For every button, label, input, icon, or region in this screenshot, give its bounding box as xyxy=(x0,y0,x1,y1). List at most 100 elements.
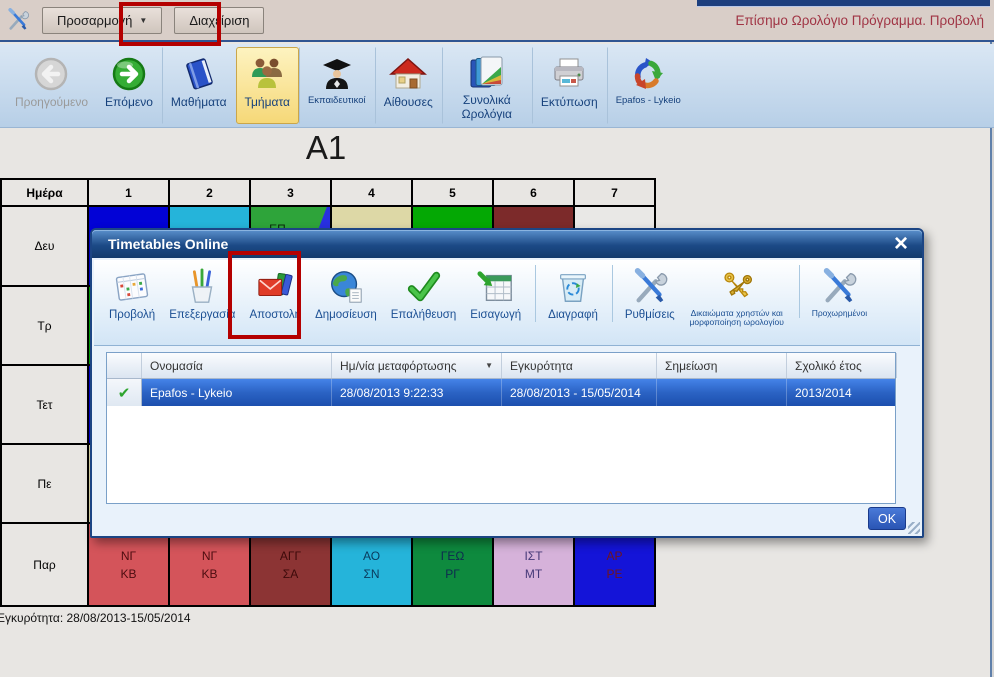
day-label: Τετ xyxy=(2,366,87,443)
row-check-icon: ✔ xyxy=(107,379,142,406)
right-edge-border xyxy=(990,42,994,677)
ribbon-lessons-button[interactable]: Μαθήματα xyxy=(162,47,236,124)
column-header[interactable]: Σημείωση xyxy=(657,353,787,378)
ribbon-button-label: Αίθουσες xyxy=(384,96,433,110)
list-header-row: Ονομασία Ημ/νία μεταφόρτωσης ▼ Εγκυρότητα Ση… xyxy=(107,353,895,379)
day-column-header: Ημέρα xyxy=(2,180,87,205)
column-header[interactable]: Εγκυρότητα xyxy=(502,353,657,378)
check-column-header[interactable] xyxy=(107,353,142,378)
column-header[interactable]: Σχολικό έτος xyxy=(787,353,897,378)
dialog-toolbar-permissions-button[interactable]: Δικαιώματα χρηστών και μορφοποίηση ωρολο… xyxy=(682,265,792,328)
cell-line: ΡΕ xyxy=(606,565,622,583)
period-header: 4 xyxy=(332,180,411,205)
cell-line: ΝΓ xyxy=(121,547,136,565)
period-header: 2 xyxy=(170,180,249,205)
globe-publish-icon xyxy=(327,266,365,308)
ribbon-rooms-button[interactable]: Αίθουσες xyxy=(375,47,442,124)
sort-descending-icon[interactable]: ▼ xyxy=(485,361,493,370)
ok-button[interactable]: OK xyxy=(868,507,906,530)
tools-icon xyxy=(820,266,858,308)
period-header: 1 xyxy=(89,180,168,205)
sync-icon xyxy=(628,53,668,95)
column-header-label: Σημείωση xyxy=(665,359,717,373)
dialog-toolbar-button-label: Επαλήθευση xyxy=(391,309,457,322)
manage-button[interactable]: Διαχείριση xyxy=(174,7,264,34)
dialog-toolbar-button-label: Δημοσίευση xyxy=(315,309,377,322)
recycle-bin-icon xyxy=(554,266,592,308)
ribbon-button-label: Προηγούμενο xyxy=(15,96,87,110)
ribbon-next-button[interactable]: Επόμενο xyxy=(96,47,162,124)
dialog-toolbar-view-button[interactable]: Προβολή xyxy=(102,265,162,322)
dialog-toolbar-button-label: Εισαγωγή xyxy=(470,309,521,322)
column-header[interactable]: Ημ/νία μεταφόρτωσης ▼ xyxy=(332,353,502,378)
customize-button-label: Προσαρμογή xyxy=(57,13,132,28)
close-icon[interactable]: × xyxy=(894,232,908,256)
dialog-toolbar-edit-button[interactable]: Επεξεργασία xyxy=(162,265,242,322)
calendar-view-icon xyxy=(113,266,151,308)
people-icon xyxy=(247,53,287,95)
day-label: Δευ xyxy=(2,207,87,285)
window-edge-strip xyxy=(697,0,990,7)
day-label: Παρ xyxy=(2,524,87,605)
ribbon-print-button[interactable]: Εκτύπωση xyxy=(532,47,607,124)
dialog-toolbar-delete-button[interactable]: Διαγραφή xyxy=(535,265,605,322)
arrow-left-circle-icon xyxy=(31,53,71,95)
ribbon-previous-button[interactable]: Προηγούμενο xyxy=(6,47,96,124)
graduate-icon xyxy=(317,53,357,95)
period-header: 6 xyxy=(494,180,573,205)
dialog-toolbar-import-button[interactable]: Εισαγωγή xyxy=(463,265,528,322)
cell-line: ΙΣΤ xyxy=(524,547,542,565)
dialog-title: Timetables Online xyxy=(108,236,228,252)
chevron-down-icon: ▼ xyxy=(139,16,147,25)
main-toolbar: Προηγούμενο Επόμενο Μαθήματα Τμήματα Εκπαιδε… xyxy=(0,44,994,128)
ribbon-epafos-lykeio-button[interactable]: Epafos - Lykeio xyxy=(607,47,690,124)
dialog-titlebar[interactable]: Timetables Online × xyxy=(92,230,922,258)
table-row[interactable]: ✔Epafos - Lykeio28/08/2013 9:22:3328/08/… xyxy=(107,379,895,406)
cell-line: ΝΓ xyxy=(202,547,217,565)
cell-line: ΑΡ xyxy=(606,547,622,565)
row-note-cell xyxy=(657,379,787,406)
cell-line: ΚΒ xyxy=(201,565,217,583)
tools-icon[interactable] xyxy=(6,8,30,32)
ribbon-classes-button[interactable]: Τμήματα xyxy=(236,47,299,124)
cell-line: ΑΓΓ xyxy=(280,547,301,565)
ribbon-overall-timetables-button[interactable]: Συνολικά Ωρολόγια xyxy=(442,47,532,124)
house-icon xyxy=(388,53,428,95)
cell-line: ΜΤ xyxy=(525,565,542,583)
dialog-toolbar-button-label: Προβολή xyxy=(109,309,155,322)
column-header[interactable]: Ονομασία xyxy=(142,353,332,378)
dialog-toolbar-button-label: Επεξεργασία xyxy=(169,309,235,322)
dialog-toolbar-send-button[interactable]: Αποστολή xyxy=(242,265,308,322)
ribbon-teachers-button[interactable]: Εκπαιδευτικοί xyxy=(299,47,375,124)
table-import-icon xyxy=(477,266,515,308)
dialog-toolbar-advanced-button[interactable]: Προχωρημένοι xyxy=(799,265,874,318)
period-header: 3 xyxy=(251,180,330,205)
validity-note: Εγκυρότητα: 28/08/2013-15/05/2014 xyxy=(0,611,191,625)
customize-button[interactable]: Προσαρμογή ▼ xyxy=(42,7,162,34)
timetable-list: Ονομασία Ημ/νία μεταφόρτωσης ▼ Εγκυρότητα Ση… xyxy=(106,352,896,504)
column-header-label: Ημ/νία μεταφόρτωσης xyxy=(340,359,457,373)
dialog-toolbar-settings-button[interactable]: Ρυθμίσεις xyxy=(612,265,682,322)
dialog-toolbar-verify-button[interactable]: Επαλήθευση xyxy=(384,265,464,322)
cell-line: ΚΒ xyxy=(120,565,136,583)
column-header-label: Σχολικό έτος xyxy=(795,359,862,373)
resize-grip[interactable] xyxy=(908,522,920,534)
send-mail-icon xyxy=(256,266,294,308)
ribbon-button-label: Τμήματα xyxy=(245,96,290,110)
period-header: 5 xyxy=(413,180,492,205)
dialog-toolbar-button-label: Δικαιώματα χρηστών και μορφοποίηση ωρολο… xyxy=(689,309,785,328)
ribbon-button-label: Συνολικά Ωρολόγια xyxy=(451,94,523,122)
pages-icon xyxy=(467,53,507,93)
dialog-toolbar: Προβολή Επεξεργασία Αποστολή Δημοσίευση Επαλ… xyxy=(94,260,920,346)
dialog-toolbar-publish-button[interactable]: Δημοσίευση xyxy=(308,265,384,322)
book-icon xyxy=(179,53,219,95)
pens-icon xyxy=(183,266,221,308)
column-header-label: Εγκυρότητα xyxy=(510,359,573,373)
ribbon-button-label: Μαθήματα xyxy=(171,96,227,110)
cell-line: ΓΕΩ xyxy=(441,547,465,565)
check-verify-icon xyxy=(405,266,443,308)
row-name-cell: Epafos - Lykeio xyxy=(142,379,332,406)
dialog-toolbar-button-label: Προχωρημένοι xyxy=(812,309,867,318)
row-upload-date-cell: 28/08/2013 9:22:33 xyxy=(332,379,502,406)
ribbon-button-label: Εκπαιδευτικοί xyxy=(308,96,366,107)
